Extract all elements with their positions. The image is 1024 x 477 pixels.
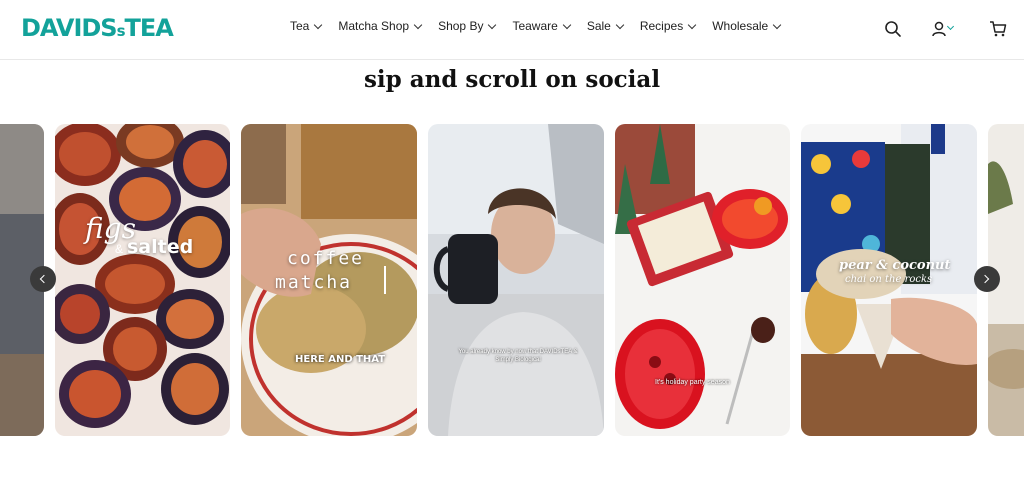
chevron-down-icon bbox=[488, 20, 497, 29]
carousel-prev-button[interactable] bbox=[30, 266, 56, 292]
nav-label: Wholesale bbox=[712, 19, 769, 33]
section-title: sip and scroll on social bbox=[363, 66, 661, 93]
nav-label: Sale bbox=[586, 19, 611, 33]
nav-label: Matcha Shop bbox=[338, 19, 410, 33]
main-nav: Tea Matcha Shop Shop By Teaware Sale Rec… bbox=[290, 19, 797, 33]
post-overlay-text: salted bbox=[127, 236, 194, 258]
chevron-down-icon[interactable] bbox=[946, 22, 955, 31]
post-overlay-text: & bbox=[115, 242, 124, 256]
chevron-down-icon bbox=[413, 20, 423, 29]
nav-item-shop-by[interactable]: Shop By bbox=[438, 19, 497, 33]
logo-text-s: s bbox=[116, 22, 126, 40]
nav-item-recipes[interactable]: Recipes bbox=[639, 19, 697, 33]
post-caption: It's holiday party season bbox=[655, 379, 730, 386]
nav-item-matcha-shop[interactable]: Matcha Shop bbox=[338, 19, 423, 33]
nav-item-sale[interactable]: Sale bbox=[586, 19, 625, 33]
chevron-down-icon bbox=[772, 20, 782, 29]
nav-label: Teaware bbox=[512, 19, 558, 33]
nav-item-wholesale[interactable]: Wholesale bbox=[712, 19, 782, 33]
nav-label: Tea bbox=[290, 19, 310, 33]
social-post-card[interactable]: pear & coconut chai on the rocks bbox=[801, 124, 977, 436]
post-overlay-text: pear & coconut bbox=[839, 258, 951, 273]
nav-item-teaware[interactable]: Teaware bbox=[512, 19, 572, 33]
logo-text-main: DAVIDS bbox=[21, 14, 118, 42]
social-carousel: figs & salted coffee matcha HERE AND THA… bbox=[0, 124, 1024, 436]
nav-label: Recipes bbox=[639, 19, 684, 33]
chevron-down-icon bbox=[314, 20, 323, 29]
account-icon[interactable] bbox=[930, 20, 948, 38]
post-caption: HERE AND THAT bbox=[295, 354, 386, 365]
social-post-card[interactable]: It's holiday party season bbox=[615, 124, 790, 436]
chevron-right-icon bbox=[980, 274, 990, 284]
nav-item-tea[interactable]: Tea bbox=[290, 19, 323, 33]
social-post-card[interactable]: figs & salted bbox=[55, 124, 230, 436]
post-overlay-text: coffee bbox=[287, 248, 365, 269]
logo-text-tea: TEA bbox=[124, 14, 174, 42]
post-image bbox=[55, 124, 230, 436]
post-caption: You already know by now that DAVIDsTEA &… bbox=[458, 349, 578, 363]
nav-label: Shop By bbox=[438, 19, 484, 33]
chevron-down-icon bbox=[687, 20, 697, 29]
chevron-down-icon bbox=[562, 20, 572, 29]
social-post-card[interactable]: You already know by now that DAVIDsTEA &… bbox=[428, 124, 604, 436]
site-header: DAVIDSsTEA Tea Matcha Shop Shop By Teawa… bbox=[0, 0, 1024, 60]
cart-icon[interactable] bbox=[989, 20, 1007, 38]
search-icon[interactable] bbox=[884, 20, 902, 38]
davidstea-logo[interactable]: DAVIDSsTEA bbox=[21, 14, 174, 42]
chevron-down-icon bbox=[615, 20, 625, 29]
post-overlay-text: chai on the rocks bbox=[845, 274, 933, 285]
social-post-card[interactable]: coffee matcha HERE AND THAT bbox=[241, 124, 417, 436]
carousel-next-button[interactable] bbox=[974, 266, 1000, 292]
text-cursor-bar bbox=[384, 266, 386, 294]
post-image bbox=[428, 124, 604, 436]
post-image bbox=[615, 124, 790, 436]
post-overlay-text: matcha bbox=[275, 272, 353, 293]
chevron-left-icon bbox=[39, 274, 49, 284]
